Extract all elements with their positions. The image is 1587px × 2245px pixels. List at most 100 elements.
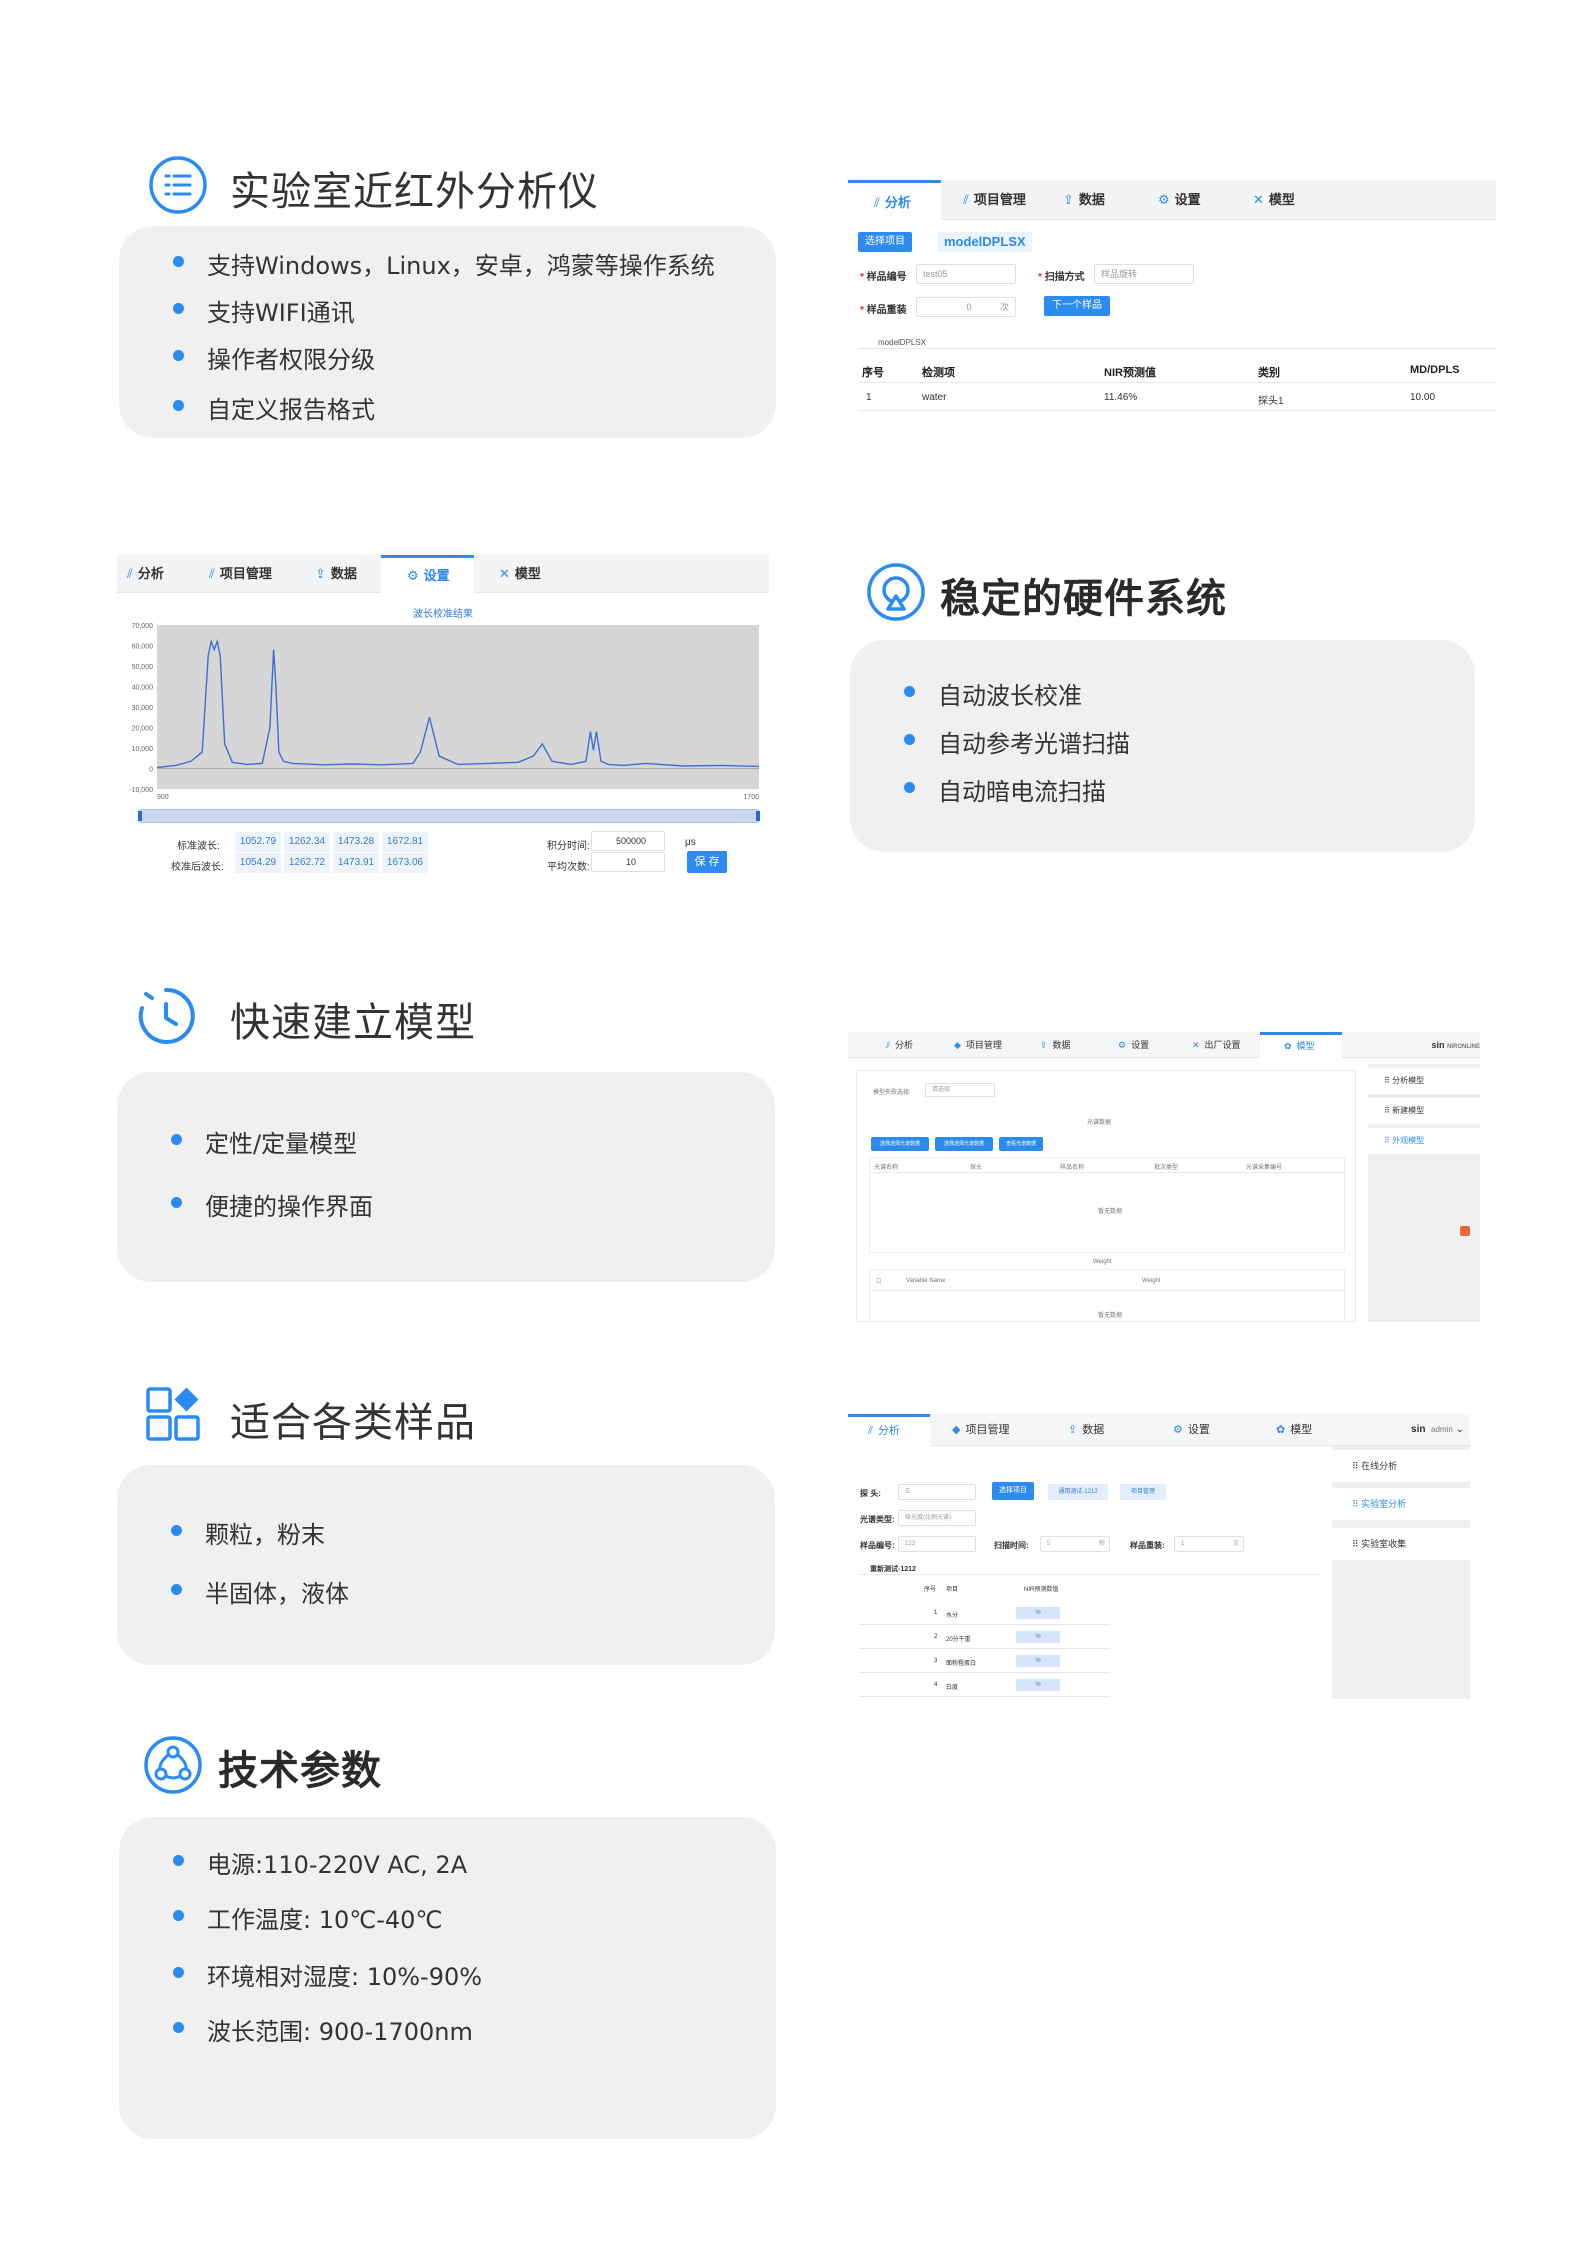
repack-input[interactable]: 1次 <box>1174 1536 1244 1552</box>
empty-text: 暂无数据 <box>1098 1313 1123 1319</box>
table-header: 样品名称 <box>1060 1165 1085 1171</box>
tab-analysis[interactable]: ⫽ 分析 <box>886 1032 913 1058</box>
section-title-samples: 适合各类样品 <box>230 1400 476 1446</box>
table-header: 类别 <box>1258 367 1280 379</box>
grid-icon <box>144 1385 204 1445</box>
group-label: modelDPLSX <box>878 338 927 347</box>
sample-no-label: 样品编号: <box>860 1541 895 1550</box>
y-tick-label: 20,000 <box>132 726 154 733</box>
row-divider <box>860 1696 1110 1697</box>
side-item-online[interactable]: ⠿ 在线分析 <box>1332 1450 1470 1482</box>
spectrum-type-select[interactable]: 吸光度(比例光谱) <box>898 1510 976 1526</box>
tab-model[interactable]: ✿ 模型 <box>1276 1414 1312 1446</box>
warning-icon <box>1460 1226 1470 1236</box>
range-slider[interactable] <box>138 809 760 823</box>
table-header: 项目 <box>946 1587 959 1593</box>
integration-time-input[interactable]: 500000 <box>591 831 665 851</box>
tab-settings[interactable]: ⚙ 设置 <box>1173 1414 1210 1446</box>
y-tick-label: 40,000 <box>132 685 154 692</box>
table-header: 批次类型 <box>1154 1165 1179 1171</box>
select-spectra-button[interactable]: 选择选择光谱数据 <box>871 1137 929 1151</box>
tab-data[interactable]: ⇪ 数据 <box>315 555 357 593</box>
average-count-input[interactable]: 10 <box>591 852 665 872</box>
table-cell: 水分 <box>946 1613 959 1619</box>
select-project-button[interactable]: 选择项目 <box>858 232 912 252</box>
tab-model[interactable]: ✕ 模型 <box>1253 180 1295 220</box>
main-panel: 模型失败选择: 请选择 光谱数据 选择选择光谱数据 选择选择光谱数据 查看光谱数… <box>856 1070 1356 1322</box>
tab-settings[interactable]: ⚙ 设置 <box>1118 1032 1149 1058</box>
user-info[interactable]: sin admin ⌄ <box>1411 1424 1464 1435</box>
tab-data[interactable]: ⇪ 数据 <box>1063 180 1105 220</box>
table-header: 序号 <box>862 367 884 379</box>
view-spectra-button[interactable]: 查看光谱数据 <box>999 1137 1043 1151</box>
tab-model[interactable]: ✕ 模型 <box>499 555 541 593</box>
model-select[interactable]: 请选择 <box>925 1083 995 1097</box>
clock-icon <box>136 986 196 1046</box>
tab-analysis[interactable]: ⫽ 分析 <box>848 1414 930 1446</box>
tab-project[interactable]: ◆ 项目管理 <box>954 1032 1002 1058</box>
group-label: 重新测试-1212 <box>870 1566 916 1573</box>
side-item-new-model[interactable]: ⠿ 新建模型 <box>1368 1098 1480 1124</box>
y-tick-label: 70,000 <box>132 623 154 630</box>
tab-project[interactable]: ◆ 项目管理 <box>952 1414 1009 1446</box>
x-tick-label: 1700 <box>743 794 759 801</box>
weight-input[interactable]: 0次 <box>916 297 1016 317</box>
feature-card-3: 定性/定量模型 便捷的操作界面 <box>117 1072 775 1282</box>
probe-select[interactable]: S <box>898 1484 976 1500</box>
y-tick-label: 30,000 <box>132 705 154 712</box>
y-tick-label: -10,000 <box>129 787 153 794</box>
select-project-button[interactable]: 选择项目 <box>992 1482 1034 1500</box>
tab-factory[interactable]: ✕ 出厂设置 <box>1192 1032 1241 1058</box>
calibration-screenshot: ⫽ 分析 ⫽ 项目管理 ⇪ 数据 ⚙ 设置 ✕ 模型 波长校准结果 70,000 60,00… <box>117 555 769 885</box>
model-screenshot: ⫽ 分析 ◆ 项目管理 ⇪ 数据 ⚙ 设置 ✕ 出厂设置 ✿ 模型 sin NIRONLIN… <box>848 1032 1480 1322</box>
std-value: 1672.81 <box>382 832 428 852</box>
cal-value: 1054.29 <box>235 853 281 873</box>
tab-analysis[interactable]: ⫽ 分析 <box>848 180 941 220</box>
side-item-lab-collect[interactable]: ⠿ 实验室收集 <box>1332 1528 1470 1560</box>
feature-card-4: 颗粒，粉末 半固体，液体 <box>117 1465 775 1665</box>
table-cell: 1 <box>866 392 872 403</box>
model-name: modelDPLSX <box>938 232 1032 252</box>
network-icon <box>143 1735 203 1795</box>
scan-mode-label: * 扫描方式 <box>1038 272 1085 283</box>
cal-value: 1473.91 <box>333 853 379 873</box>
save-button[interactable]: 保 存 <box>687 851 727 873</box>
tab-project[interactable]: ⫽ 项目管理 <box>209 555 272 593</box>
table-cell: 1 <box>934 1610 938 1616</box>
checkbox-icon[interactable]: ☐ <box>876 1278 881 1285</box>
empty-text: 暂无数据 <box>1098 1209 1123 1215</box>
section-title-modeling: 快速建立模型 <box>230 1000 476 1046</box>
side-item-appearance-model[interactable]: ⠿ 外观模型 <box>1368 1128 1480 1154</box>
scan-mode-select[interactable]: 样品旋转 <box>1094 264 1194 284</box>
tab-analysis[interactable]: ⫽ 分析 <box>127 555 164 593</box>
y-tick-label: 0 <box>149 767 153 774</box>
tab-data[interactable]: ⇪ 数据 <box>1040 1032 1071 1058</box>
user-info[interactable]: sin NIRONLINE <box>1431 1040 1480 1050</box>
spectra-table: 光谱名称 探头 样品名称 批次类型 光谱采集编号 暂无数据 <box>869 1157 1345 1253</box>
sample-no-input[interactable]: test05 <box>916 264 1016 284</box>
analysis-screenshot: ⫽ 分析 ⫽ 项目管理 ⇪ 数据 ⚙ 设置 ✕ 模型 选择项目 modelDPLSX * … <box>848 180 1496 415</box>
next-sample-button[interactable]: 下一个样品 <box>1044 296 1110 316</box>
tab-settings[interactable]: ⚙ 设置 <box>381 555 474 593</box>
std-value: 1473.28 <box>333 832 379 852</box>
section-title-lab-analyzer: 实验室近红外分析仪 <box>230 169 599 215</box>
table-header: NIR预测值 <box>1104 367 1156 379</box>
tab-project[interactable]: ⫽ 项目管理 <box>963 180 1026 220</box>
spectrum-type-label: 光谱类型: <box>860 1515 895 1524</box>
spectra-group-title: 光谱数据 <box>1087 1120 1112 1126</box>
scan-time-input[interactable]: 5秒 <box>1040 1536 1110 1552</box>
tab-data[interactable]: ⇪ 数据 <box>1068 1414 1104 1446</box>
select-spectra-button-2[interactable]: 选择选择光谱数据 <box>935 1137 993 1151</box>
tab-settings[interactable]: ⚙ 设置 <box>1158 180 1201 220</box>
project-manage-tag[interactable]: 项目管理 <box>1120 1484 1166 1500</box>
project-tag: 通用测试-1212 <box>1048 1484 1108 1500</box>
table-cell: 白度 <box>946 1685 959 1691</box>
table-cell-value: % <box>1016 1679 1060 1691</box>
cal-value: 1262.72 <box>284 853 330 873</box>
average-count-label: 平均次数: <box>547 862 590 873</box>
sample-no-input[interactable]: 123 <box>898 1536 976 1552</box>
table-cell: 面粉粗蛋白 <box>946 1661 977 1667</box>
tab-model[interactable]: ✿ 模型 <box>1260 1032 1342 1058</box>
side-item-lab-analysis[interactable]: ⠿ 实验室分析 <box>1332 1488 1470 1520</box>
side-item-analysis-model[interactable]: ⠿ 分析模型 <box>1368 1068 1480 1094</box>
